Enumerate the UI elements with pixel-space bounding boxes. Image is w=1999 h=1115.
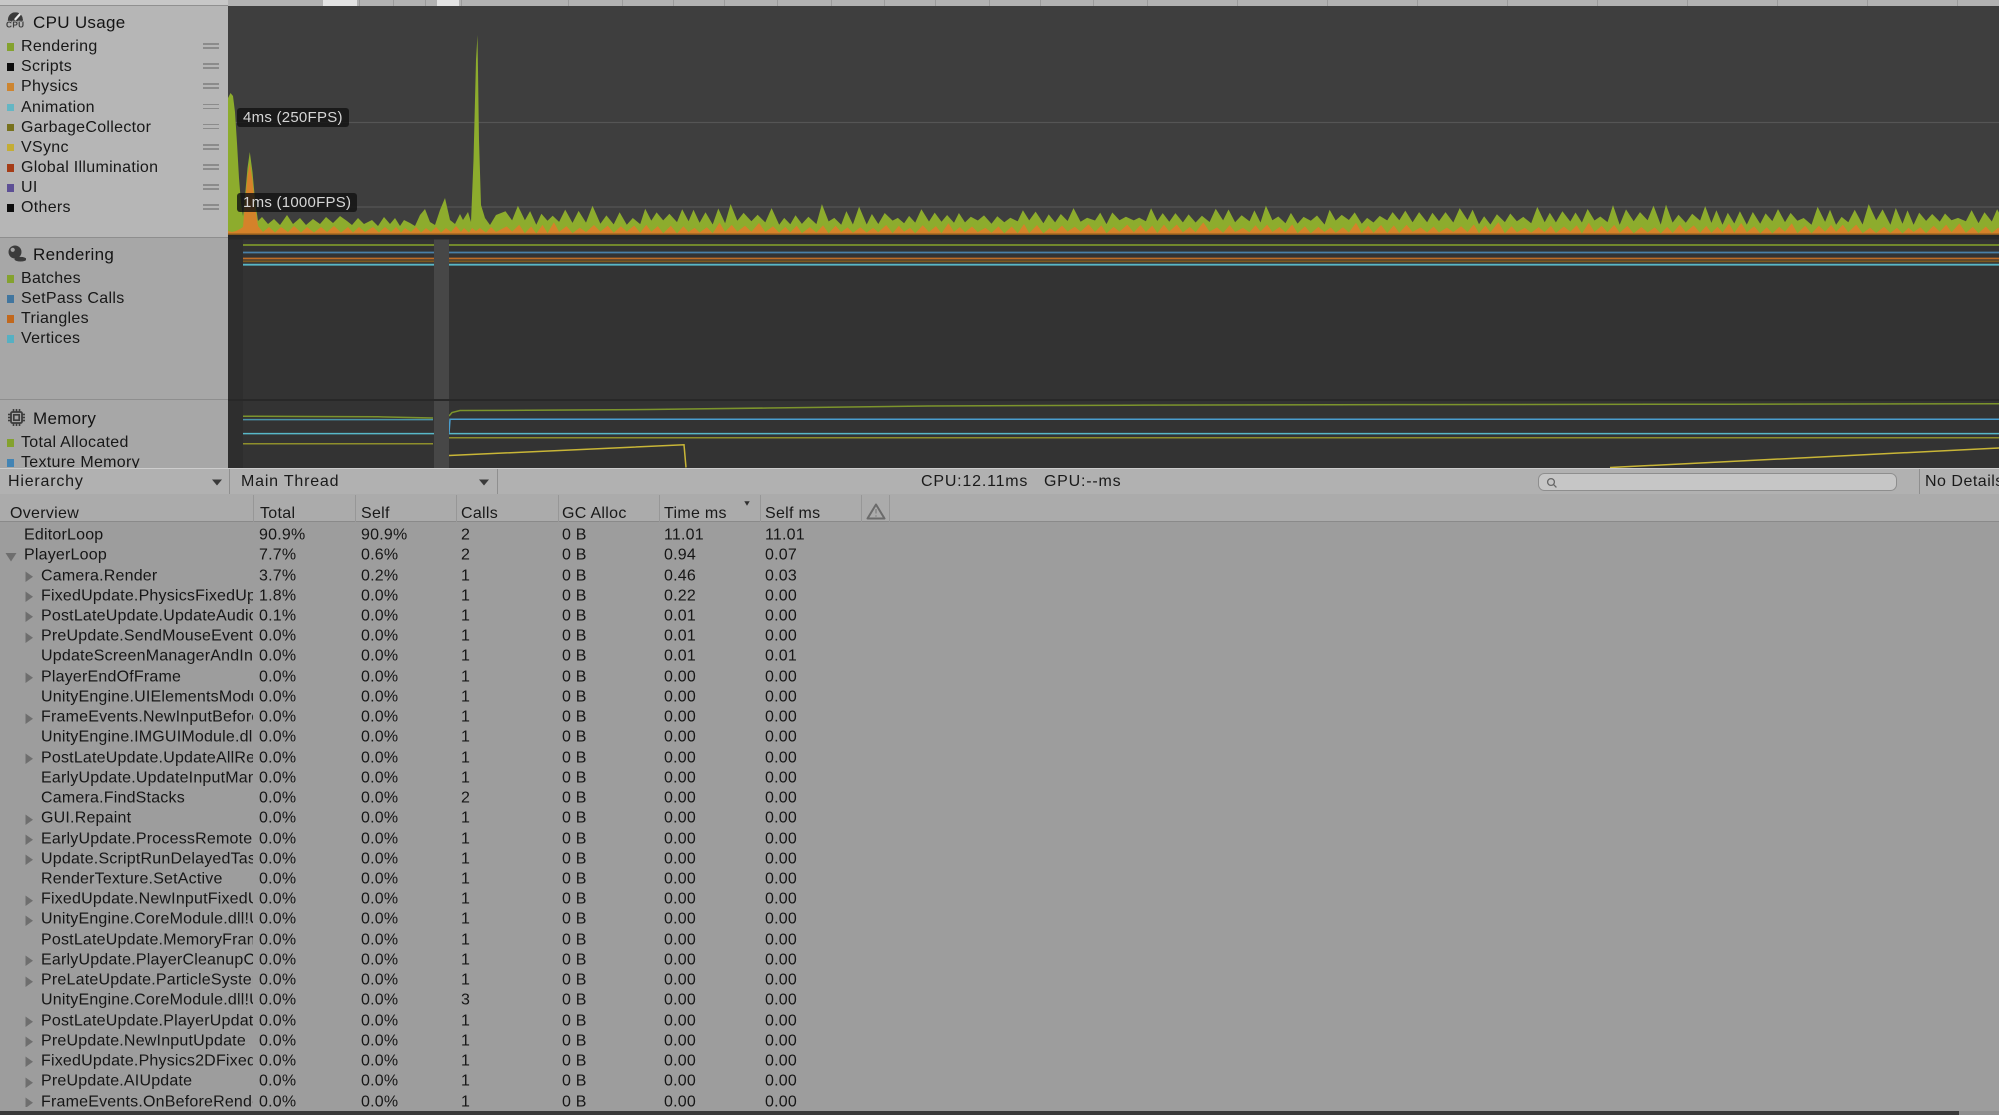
svg-text:CPU: CPU (6, 21, 25, 30)
